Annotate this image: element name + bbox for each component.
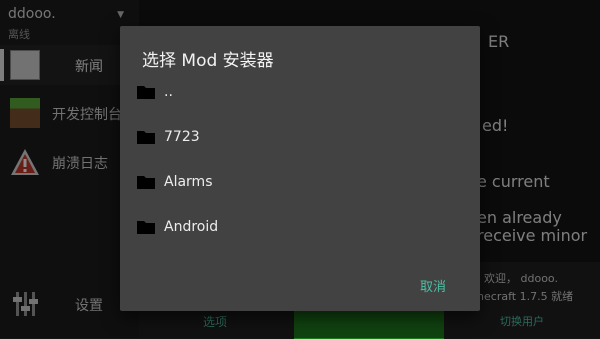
file-name: ..	[164, 84, 173, 100]
file-list-item[interactable]: Android	[120, 207, 480, 251]
folder-icon	[137, 86, 155, 99]
file-list-item[interactable]: ..	[120, 72, 480, 116]
folder-icon	[137, 131, 155, 144]
mod-installer-picker-dialog: 选择 Mod 安装器 .. 7723 Alarms Android 取消	[120, 26, 480, 311]
cancel-button[interactable]: 取消	[416, 274, 450, 297]
file-list-item[interactable]: Alarms	[120, 162, 480, 206]
file-name: Alarms	[164, 174, 213, 190]
file-name: Android	[164, 219, 219, 235]
file-name: 7723	[164, 129, 200, 145]
dialog-title: 选择 Mod 安装器	[142, 51, 274, 71]
folder-icon	[137, 221, 155, 234]
folder-icon	[137, 176, 155, 189]
file-list-item[interactable]: 7723	[120, 117, 480, 161]
